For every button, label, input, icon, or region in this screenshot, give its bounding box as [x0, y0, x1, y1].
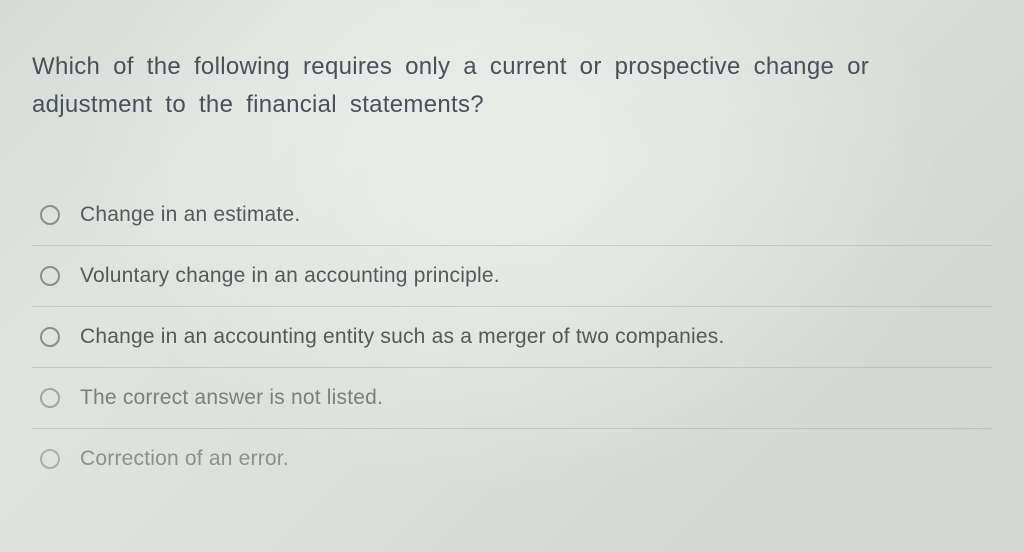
radio-icon[interactable] — [40, 449, 60, 469]
radio-icon[interactable] — [40, 388, 60, 408]
option-row[interactable]: Correction of an error. — [32, 428, 992, 489]
option-label: Correction of an error. — [80, 447, 289, 471]
radio-icon[interactable] — [40, 266, 60, 286]
option-row[interactable]: Change in an estimate. — [32, 185, 992, 245]
option-row[interactable]: Voluntary change in an accounting princi… — [32, 245, 992, 306]
option-row[interactable]: Change in an accounting entity such as a… — [32, 306, 992, 367]
question-text: Which of the following requires only a c… — [32, 48, 992, 125]
option-row[interactable]: The correct answer is not listed. — [32, 367, 992, 428]
option-label: Voluntary change in an accounting princi… — [80, 264, 500, 288]
options-container: Change in an estimate. Voluntary change … — [32, 185, 992, 489]
radio-icon[interactable] — [40, 327, 60, 347]
radio-icon[interactable] — [40, 205, 60, 225]
option-label: Change in an accounting entity such as a… — [80, 325, 725, 349]
option-label: Change in an estimate. — [80, 203, 300, 227]
option-label: The correct answer is not listed. — [80, 386, 383, 410]
